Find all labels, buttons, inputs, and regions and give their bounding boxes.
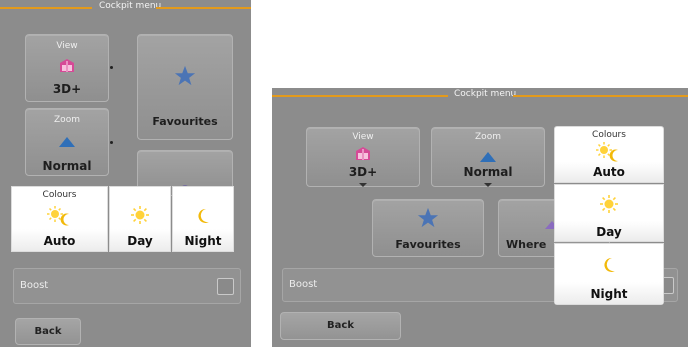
colours-auto-option[interactable]: Colours Auto: [11, 186, 108, 252]
favourites-button[interactable]: Favourites: [372, 199, 484, 257]
header-line-left: [272, 95, 448, 97]
sun-icon: [600, 195, 618, 217]
header-title: Cockpit menu: [454, 89, 517, 99]
view-label: View: [352, 132, 374, 142]
colours-day-option[interactable]: Day: [554, 184, 664, 242]
star-icon: [174, 65, 196, 91]
colours-label: Colours: [592, 130, 626, 140]
right-cockpit-screen: Cockpit menu View 3D+ Zoom Normal Favour…: [272, 88, 688, 347]
boost-checkbox[interactable]: [217, 278, 234, 295]
zoom-button[interactable]: Zoom Normal: [25, 108, 109, 176]
left-cockpit-screen: Cockpit menu View 3D+ Favourites Zoom No…: [0, 0, 251, 347]
back-label: Back: [34, 326, 62, 337]
colours-button[interactable]: Colours Auto: [554, 126, 664, 183]
zoom-value: Normal: [42, 159, 92, 173]
back-button[interactable]: Back: [280, 312, 401, 340]
header: Cockpit menu: [0, 0, 251, 16]
dropdown-caret-icon: [484, 183, 492, 187]
header-line-right: [513, 95, 688, 97]
boost-label: Boost: [289, 279, 318, 290]
view-button[interactable]: View 3D+: [306, 127, 420, 187]
header-title: Cockpit menu: [99, 1, 162, 11]
star-icon: [417, 207, 439, 233]
favourites-label: Favourites: [395, 238, 461, 251]
zoom-more-dot: [110, 141, 113, 144]
colours-day-label: Day: [127, 234, 153, 248]
colours-day-option[interactable]: Day: [109, 186, 171, 252]
back-label: Back: [327, 320, 354, 331]
view-value: 3D+: [348, 165, 378, 179]
dropdown-caret-icon: [359, 183, 367, 187]
boost-label: Boost: [20, 280, 49, 291]
colours-auto-label: Auto: [43, 234, 76, 248]
view-value: 3D+: [52, 82, 82, 96]
colours-day-label: Day: [596, 225, 622, 239]
zoom-label: Zoom: [475, 132, 501, 142]
zoom-button[interactable]: Zoom Normal: [431, 127, 545, 187]
view-3d-icon: [354, 145, 372, 165]
header-line-left: [0, 7, 92, 9]
colours-night-option[interactable]: Night: [172, 186, 234, 252]
zoom-label: Zoom: [54, 115, 80, 125]
view-more-dot: [110, 66, 113, 69]
header-line-right: [156, 7, 251, 9]
zoom-arrow-icon: [58, 133, 76, 152]
back-button[interactable]: Back: [15, 318, 81, 345]
zoom-value: Normal: [463, 165, 513, 179]
colours-night-label: Night: [184, 234, 222, 248]
sun-moon-icon: [46, 206, 73, 230]
moon-icon: [602, 257, 616, 277]
moon-icon: [196, 208, 210, 228]
view-label: View: [56, 41, 78, 51]
sun-moon-icon: [596, 142, 622, 166]
header: Cockpit menu: [272, 88, 688, 104]
favourites-button[interactable]: Favourites: [137, 34, 233, 140]
colours-label: Colours: [42, 190, 77, 200]
colours-night-label: Night: [590, 287, 628, 301]
favourites-label: Favourites: [152, 115, 218, 128]
colours-value: Auto: [593, 165, 625, 179]
boost-row[interactable]: Boost: [13, 268, 241, 304]
colours-night-option[interactable]: Night: [554, 243, 664, 305]
sun-icon: [131, 206, 149, 228]
view-3d-icon: [58, 57, 76, 77]
view-button[interactable]: View 3D+: [25, 34, 109, 102]
